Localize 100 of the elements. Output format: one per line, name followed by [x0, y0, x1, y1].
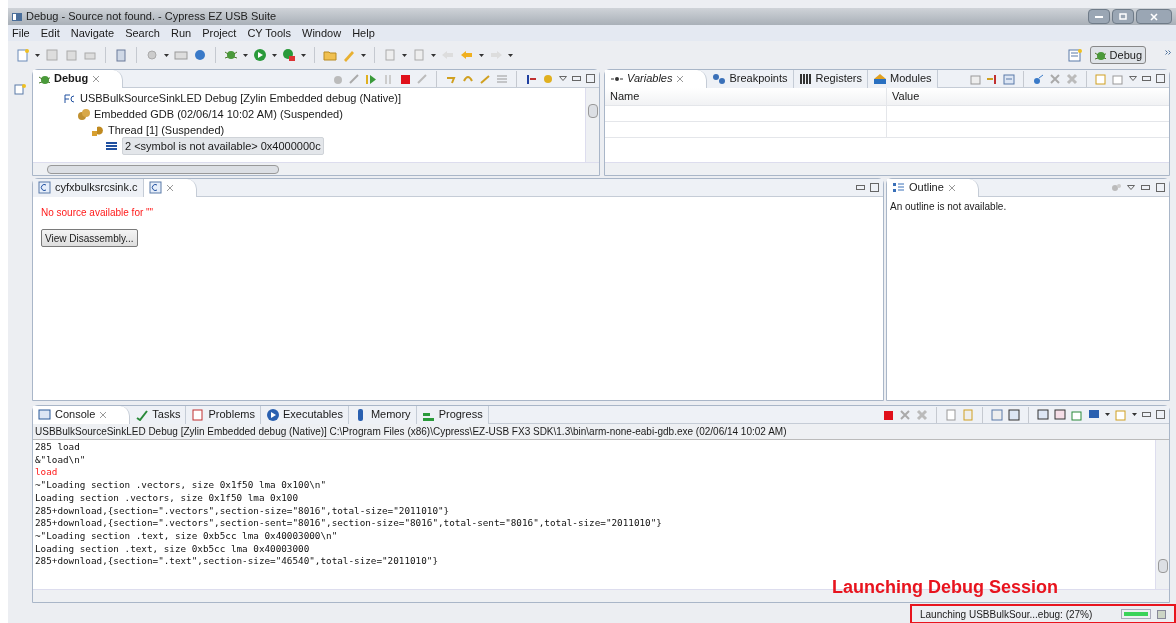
stack-frame-icon[interactable] — [105, 139, 118, 153]
horizontal-scrollbar[interactable] — [605, 162, 1169, 175]
console-line: ~"Loading section .vectors, size 0x1f50 lma 0x100\n" — [35, 479, 328, 492]
maximize-view-icon[interactable] — [1156, 183, 1165, 192]
maximize-view-icon[interactable] — [1156, 74, 1165, 83]
view-tab[interactable]: Breakpoints — [707, 69, 794, 88]
view-tab[interactable]: Registers — [793, 69, 868, 88]
view-tab[interactable]: Executables — [260, 405, 349, 424]
view-tab[interactable]: Variables — [605, 69, 708, 88]
c-file-icon[interactable] — [148, 181, 162, 194]
menu-item[interactable]: Navigate — [70, 25, 115, 42]
debug-perspective-button[interactable]: Debug — [1089, 46, 1146, 65]
external-tools-icon[interactable] — [282, 48, 296, 63]
maximize-view-icon[interactable] — [870, 183, 879, 192]
view-menu-icon[interactable] — [1127, 185, 1135, 190]
dropdown-arrow-icon[interactable] — [243, 53, 248, 57]
c-file-icon[interactable] — [38, 181, 51, 194]
vertical-scrollbar[interactable] — [585, 88, 599, 162]
menu-item[interactable]: Edit — [40, 25, 60, 42]
chevron-icon[interactable] — [1165, 50, 1172, 55]
dropdown-arrow-icon[interactable] — [402, 53, 407, 57]
close-icon[interactable] — [99, 410, 108, 419]
maximize-button[interactable] — [1112, 9, 1134, 25]
dropdown-arrow-icon[interactable] — [479, 53, 484, 57]
modules-icon[interactable] — [873, 72, 886, 85]
dropdown-arrow-icon[interactable] — [1105, 413, 1110, 416]
menu-item[interactable]: File — [12, 25, 30, 42]
dropdown-arrow-icon[interactable] — [301, 53, 306, 57]
view-tab[interactable]: Modules — [868, 69, 938, 88]
dropdown-arrow-icon[interactable] — [431, 53, 436, 57]
restore-view-icon[interactable] — [14, 83, 26, 95]
dropdown-arrow-icon[interactable] — [272, 53, 277, 57]
horizontal-scrollbar[interactable] — [33, 162, 599, 175]
resume-icon[interactable] — [365, 72, 377, 85]
view-tab[interactable]: Console — [33, 405, 131, 424]
maximize-view-icon[interactable] — [586, 74, 595, 83]
terminate-icon[interactable] — [399, 72, 411, 85]
outline-icon[interactable] — [892, 181, 905, 194]
close-icon[interactable] — [92, 74, 101, 83]
tree-item[interactable]: Embedded GDB (02/06/14 10:02 AM) (Suspended) — [33, 106, 585, 122]
dropdown-arrow-icon[interactable] — [1132, 413, 1137, 416]
view-tab[interactable]: Progress — [416, 405, 489, 424]
minimize-view-icon[interactable] — [1142, 76, 1151, 81]
console-icon[interactable] — [38, 408, 51, 421]
column-header[interactable]: Value — [887, 88, 1169, 105]
tasks-icon[interactable] — [135, 408, 149, 421]
view-disassembly-button[interactable]: View Disassembly... — [41, 229, 138, 247]
tree-item[interactable]: Thread [1] (Suspended) — [33, 122, 585, 138]
minimize-view-icon[interactable] — [1142, 412, 1151, 417]
minimize-view-icon[interactable] — [856, 185, 865, 190]
view-tab[interactable]: cyfxbulksrcsink.c — [33, 178, 144, 197]
view-tab[interactable]: Problems — [186, 405, 261, 424]
new-file-icon[interactable] — [16, 48, 30, 63]
registers-icon[interactable] — [798, 72, 812, 85]
minimize-view-icon[interactable] — [1141, 185, 1150, 190]
add-expression-icon[interactable] — [1032, 72, 1044, 85]
problems-icon[interactable] — [191, 408, 205, 421]
minimize-button[interactable] — [1088, 9, 1110, 25]
tree-item[interactable]: USBBulkSourceSinkLED Debug [Zylin Embedded debug (Native)] — [33, 90, 585, 106]
vertical-scrollbar[interactable] — [1155, 440, 1169, 589]
dropdown-arrow-icon[interactable] — [361, 53, 366, 57]
sort-icon[interactable] — [986, 72, 998, 85]
tree-item[interactable]: 2 <symbol is not available> 0x4000000c — [33, 138, 585, 154]
open-perspective-icon[interactable] — [1067, 48, 1082, 63]
instruction-stepping-icon[interactable] — [525, 72, 537, 85]
view-menu-icon[interactable] — [1129, 76, 1137, 81]
view-tab[interactable]: Outline — [887, 178, 979, 197]
close-button[interactable] — [1136, 9, 1172, 25]
remove-icon[interactable] — [1049, 72, 1061, 85]
bug-icon[interactable] — [1093, 49, 1106, 62]
menu-item[interactable]: CY Tools — [247, 25, 292, 42]
close-icon[interactable] — [947, 183, 956, 192]
view-tab[interactable] — [143, 178, 197, 197]
view-tab[interactable]: Debug — [33, 69, 124, 88]
open-folder-icon[interactable] — [323, 48, 337, 63]
dropdown-arrow-icon[interactable] — [164, 53, 169, 57]
progress-view-icon[interactable] — [1157, 609, 1166, 619]
launch-configuration-icon[interactable] — [63, 91, 76, 105]
close-icon[interactable] — [165, 183, 174, 192]
breakpoints-icon[interactable] — [712, 72, 726, 85]
view-tab[interactable]: Tasks — [130, 405, 187, 424]
maximize-view-icon[interactable] — [1156, 410, 1165, 419]
collapse-icon[interactable] — [1003, 72, 1015, 85]
column-header[interactable]: Name — [605, 88, 887, 105]
menu-item[interactable]: Run — [171, 25, 192, 42]
menu-item[interactable]: Window — [302, 25, 342, 42]
run-icon[interactable] — [253, 48, 267, 63]
menu-item[interactable]: Project — [202, 25, 237, 42]
debugger-icon[interactable] — [77, 107, 90, 121]
dropdown-arrow-icon[interactable] — [35, 53, 40, 57]
progress-status-text[interactable]: Launching USBBulkSour...ebug: (27%) — [920, 606, 1093, 622]
minimize-view-icon[interactable] — [572, 76, 581, 81]
close-icon[interactable] — [676, 74, 685, 83]
view-menu-icon[interactable] — [559, 76, 567, 81]
terminate-icon[interactable] — [882, 408, 894, 421]
menu-item[interactable]: Help — [352, 25, 375, 42]
menu-item[interactable]: Search — [125, 25, 160, 42]
dropdown-arrow-icon[interactable] — [508, 53, 513, 57]
executables-icon[interactable] — [265, 408, 279, 421]
view-tab[interactable]: Memory — [348, 405, 417, 424]
